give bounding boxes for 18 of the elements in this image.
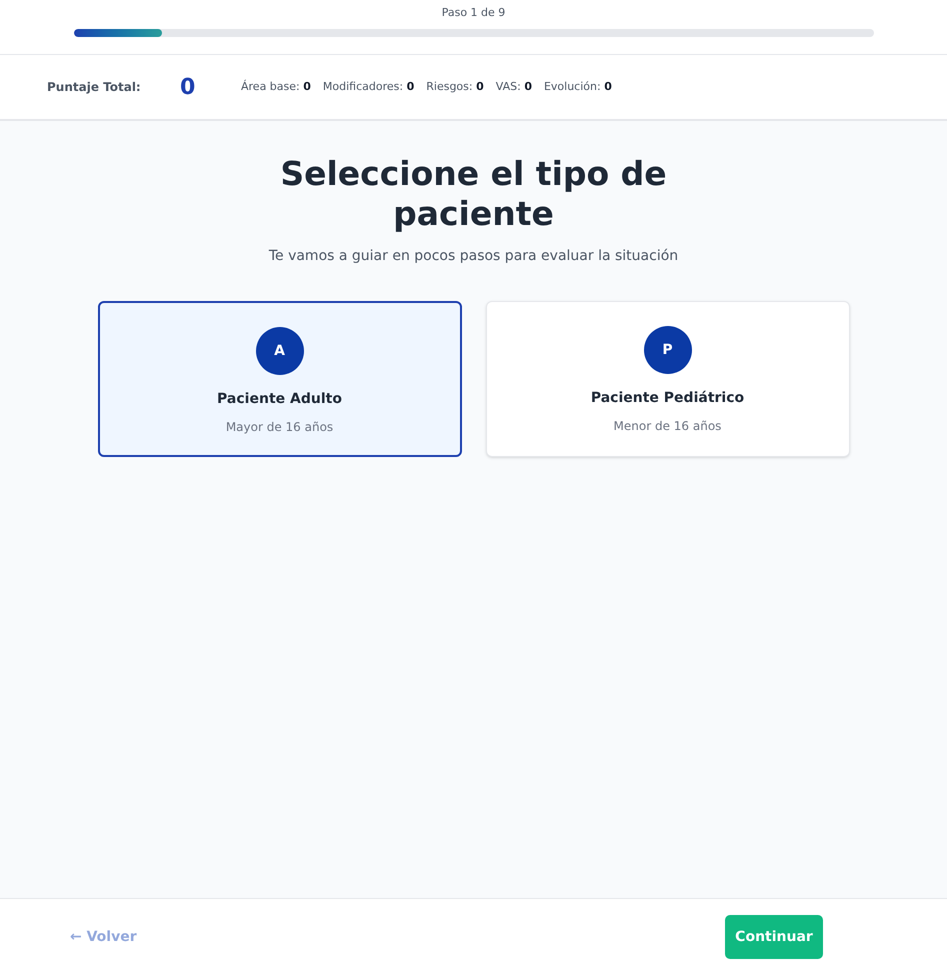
score-breakdown-item: Evolución: 0 [544, 78, 612, 95]
option-subtitle: Menor de 16 años [614, 418, 722, 435]
option-subtitle: Mayor de 16 años [226, 419, 334, 436]
score-breakdown-item: Área base: 0 [241, 78, 311, 95]
page-title: Seleccione el tipo de paciente [279, 154, 668, 234]
score-breakdown-item: Modificadores: 0 [322, 78, 414, 95]
patient-type-card[interactable]: P Paciente Pediátrico Menor de 16 años [486, 301, 850, 457]
score-breakdown-item: Riesgos: 0 [426, 78, 484, 95]
page-subtitle: Te vamos a guiar en pocos pasos para evaluar la situación [268, 247, 678, 266]
letter-avatar: A [256, 327, 304, 375]
letter-avatar: P [644, 326, 692, 374]
total-score-label: Puntaje Total: [47, 79, 142, 96]
step-label: Paso 1 de 9 [442, 5, 506, 21]
total-score-value: 0 [180, 74, 196, 102]
option-title: Paciente Pediátrico [590, 389, 744, 408]
score-breakdown-item: VAS: 0 [496, 78, 532, 95]
option-title: Paciente Adulto [217, 390, 342, 409]
patient-type-card[interactable]: A Paciente Adulto Mayor de 16 años [98, 301, 462, 457]
